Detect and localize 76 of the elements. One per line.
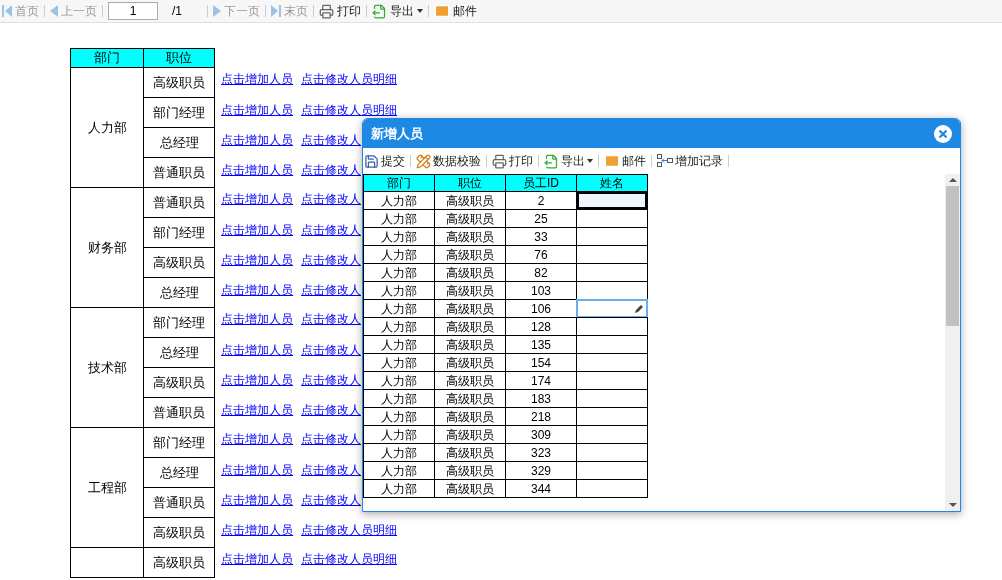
link[interactable]: 点击修改人 [301,430,361,448]
toolbar-button[interactable]: 数据校验 [416,152,481,170]
last-page-icon [271,5,281,17]
link[interactable]: 点击增加人员 [221,101,293,119]
name-input-cell[interactable] [576,299,648,318]
export-icon [372,3,387,19]
table-cell: 人力部 [363,479,435,498]
header-cell: 姓名 [576,174,648,192]
print-icon [492,153,507,169]
toolbar-button[interactable]: 打印 [319,2,361,20]
link[interactable]: 点击修改人员明细 [301,70,397,88]
link[interactable]: 点击修改人 [301,491,361,509]
link[interactable]: 点击增加人员 [221,341,293,359]
scroll-thumb[interactable] [946,186,959,326]
link[interactable]: 点击修改人 [301,371,361,389]
caret-icon [417,9,423,13]
add-record-icon [657,154,673,168]
toolbar-button[interactable]: 导出 [544,152,593,170]
link[interactable]: 点击增加人员 [221,461,293,479]
pencil-ruler-icon [416,153,431,169]
link[interactable]: 点击修改人 [301,310,361,328]
link[interactable]: 点击修改人员明细 [301,101,397,119]
link[interactable]: 点击修改人 [301,341,361,359]
link[interactable]: 点击增加人员 [221,221,293,239]
header-cell: 部门 [70,48,144,68]
table-cell: 高级职员 [434,479,506,498]
link[interactable]: 点击修改人员明细 [301,521,397,539]
header-cell: 员工ID [505,174,577,192]
position-cell: 高级职员 [143,547,215,578]
mail-icon [434,3,450,19]
first-page-icon [2,5,12,17]
link[interactable]: 点击修改人 [301,161,361,179]
link[interactable]: 点击增加人员 [221,521,293,539]
link[interactable]: 点击修改人员明细 [301,550,397,568]
link[interactable]: 点击增加人员 [221,131,293,149]
toolbar-button[interactable]: 邮件 [434,2,477,20]
print-icon [319,3,334,19]
mail-icon [604,153,620,169]
name-input-cell[interactable] [576,479,648,498]
link[interactable]: 点击增加人员 [221,281,293,299]
link[interactable]: 点击增加人员 [221,70,293,88]
link[interactable]: 点击增加人员 [221,310,293,328]
link[interactable]: 点击增加人员 [221,401,293,419]
link[interactable]: 点击修改人 [301,131,361,149]
link[interactable]: 点击修改人 [301,251,361,269]
toolbar-button[interactable]: 导出 [372,2,423,20]
next-icon [213,5,221,17]
link[interactable]: 点击修改人 [301,401,361,419]
toolbar-button[interactable]: 提交 [364,152,405,170]
header-cell: 职位 [434,174,506,192]
link[interactable]: 点击增加人员 [221,161,293,179]
page-total: /1 [172,3,182,20]
toolbar-button[interactable]: 打印 [492,152,533,170]
link[interactable]: 点击增加人员 [221,491,293,509]
header-cell: 部门 [363,174,435,192]
link[interactable]: 点击增加人员 [221,371,293,389]
toolbar-button[interactable]: 邮件 [604,152,646,170]
header-cell: 职位 [143,48,215,68]
export-icon [544,153,559,169]
link[interactable]: 点击增加人员 [221,251,293,269]
save-icon [364,153,379,169]
toolbar-button[interactable]: 增加记录 [657,152,723,170]
pencil-icon [634,303,644,314]
dialog-title: 新增人员 [371,124,423,143]
caret-icon [587,159,593,163]
link[interactable]: 点击修改人 [301,190,361,208]
link[interactable]: 点击修改人 [301,461,361,479]
link[interactable]: 点击增加人员 [221,430,293,448]
link[interactable]: 点击增加人员 [221,550,293,568]
page-field[interactable]: 1 [108,2,158,20]
close-icon[interactable] [934,124,952,143]
link[interactable]: 点击修改人 [301,281,361,299]
link[interactable]: 点击修改人 [301,221,361,239]
link[interactable]: 点击增加人员 [221,190,293,208]
name-input-cell[interactable] [576,317,648,336]
previous-icon [50,5,58,17]
